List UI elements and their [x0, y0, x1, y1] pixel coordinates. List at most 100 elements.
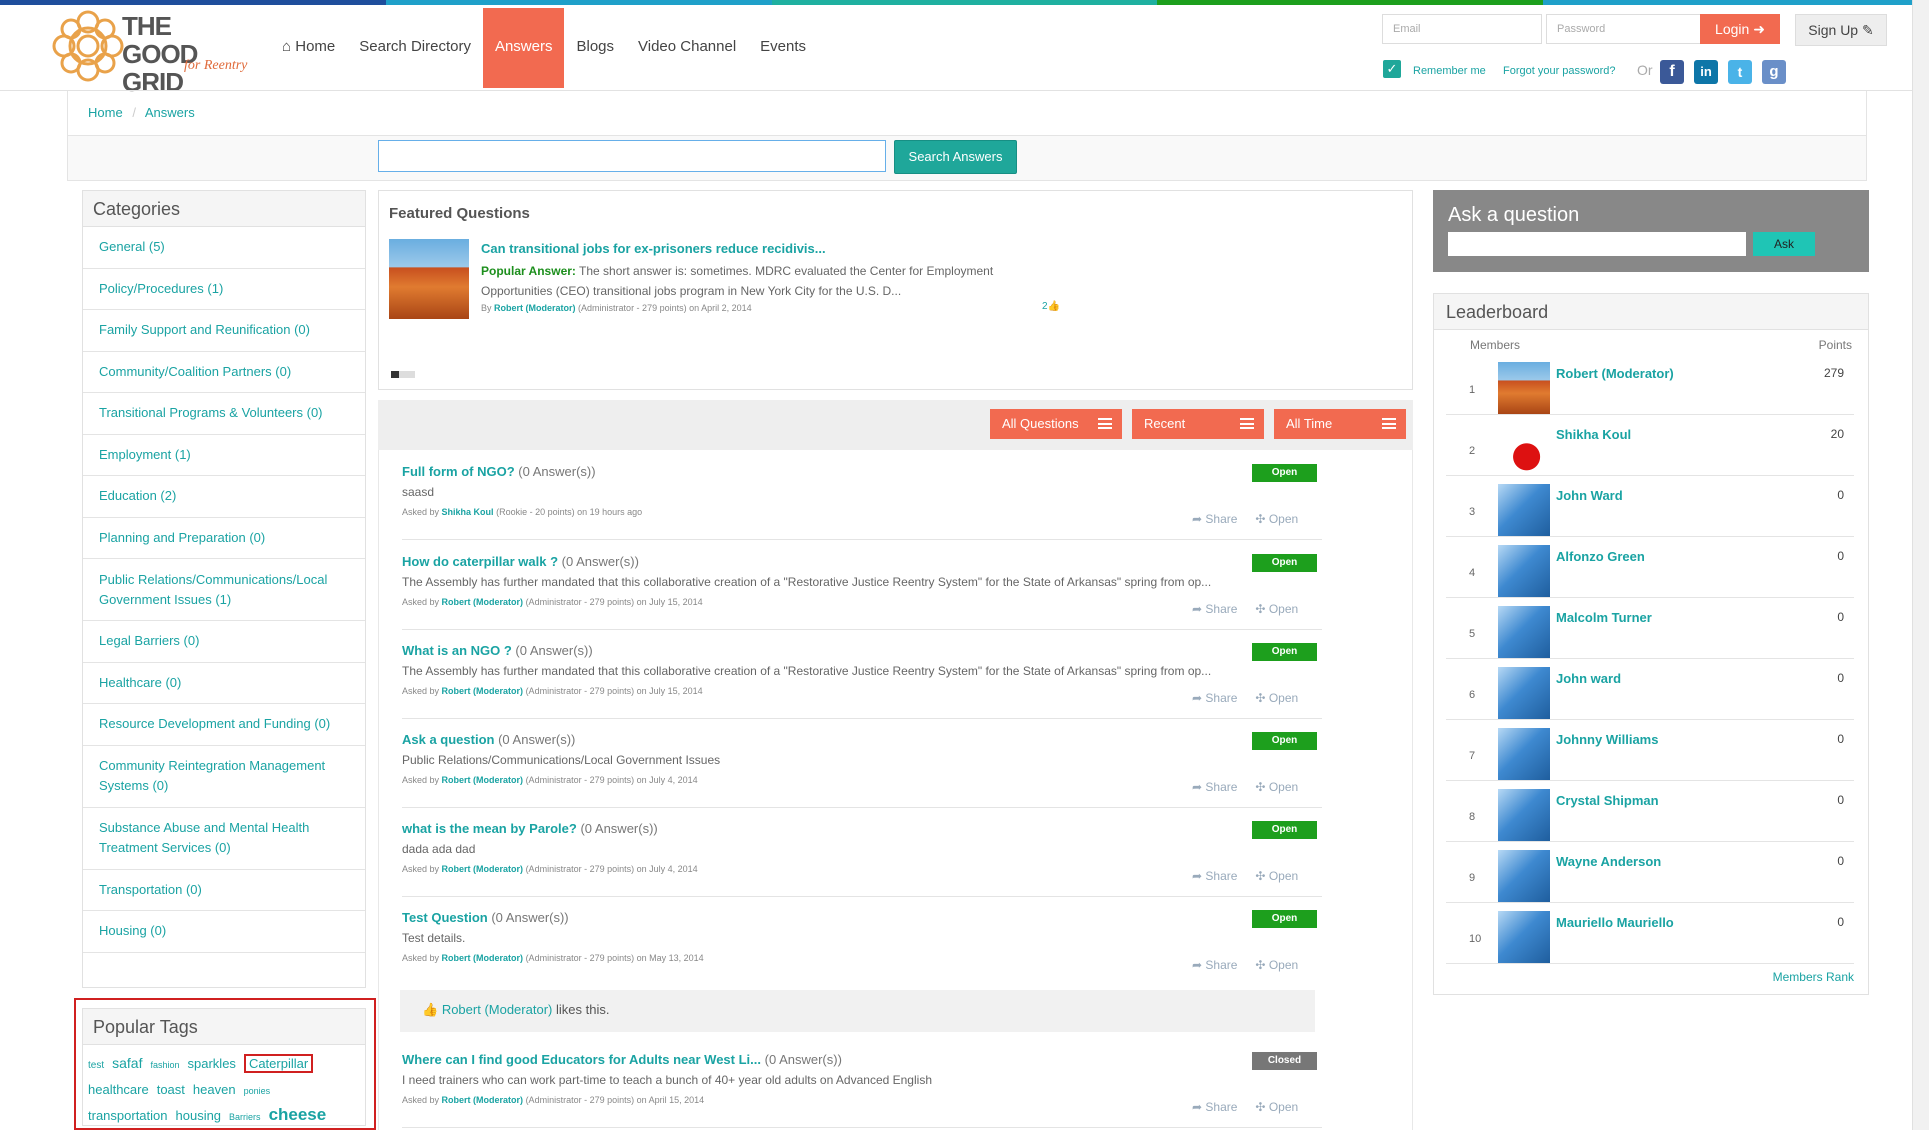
avatar[interactable]: [1498, 667, 1550, 719]
nav-answers[interactable]: Answers: [482, 8, 565, 88]
share-button[interactable]: ➦ Share: [1192, 958, 1237, 972]
liker-link[interactable]: Robert (Moderator): [442, 1002, 553, 1017]
category-education[interactable]: Education (2): [83, 476, 365, 518]
category-planning[interactable]: Planning and Preparation (0): [83, 518, 365, 559]
question-title-link[interactable]: Full form of NGO?: [402, 464, 515, 479]
avatar[interactable]: [1498, 484, 1550, 536]
member-link[interactable]: Alfonzo Green: [1556, 549, 1645, 564]
featured-likes[interactable]: 2👍: [1042, 301, 1060, 312]
question-author-link[interactable]: Robert (Moderator): [442, 864, 524, 874]
question-title-link[interactable]: Where can I find good Educators for Adul…: [402, 1052, 761, 1067]
tag[interactable]: ponies: [244, 1086, 271, 1096]
twitter-icon[interactable]: t: [1728, 60, 1752, 84]
nav-blogs[interactable]: Blogs: [564, 8, 626, 88]
linkedin-icon[interactable]: in: [1694, 60, 1718, 84]
category-policy[interactable]: Policy/Procedures (1): [83, 269, 365, 310]
category-substance[interactable]: Substance Abuse and Mental Health Treatm…: [83, 808, 365, 870]
question-author-link[interactable]: Robert (Moderator): [442, 1095, 524, 1105]
question-title-link[interactable]: Test Question: [402, 910, 488, 925]
filter-recent[interactable]: Recent: [1132, 409, 1264, 439]
share-button[interactable]: ➦ Share: [1192, 780, 1237, 794]
featured-thumbnail[interactable]: [389, 239, 469, 319]
open-button[interactable]: ✣ Open: [1255, 691, 1298, 705]
carousel-pager[interactable]: [391, 371, 415, 378]
question-title-link[interactable]: Ask a question: [402, 732, 494, 747]
category-legal[interactable]: Legal Barriers (0): [83, 621, 365, 663]
category-reintegration[interactable]: Community Reintegration Management Syste…: [83, 746, 365, 808]
nav-home[interactable]: ⌂ Home: [270, 8, 347, 88]
category-transitional[interactable]: Transitional Programs & Volunteers (0): [83, 393, 365, 435]
page-scrollbar[interactable]: [1912, 0, 1929, 1130]
member-link[interactable]: Johnny Williams: [1556, 732, 1658, 747]
facebook-icon[interactable]: f: [1660, 60, 1684, 84]
avatar[interactable]: [1498, 789, 1550, 841]
category-family[interactable]: Family Support and Reunification (0): [83, 310, 365, 352]
members-rank-link[interactable]: Members Rank: [1773, 970, 1854, 984]
filter-all-time[interactable]: All Time: [1274, 409, 1406, 439]
site-logo[interactable]: THE GOOD GRID for Reentry: [50, 8, 275, 96]
share-button[interactable]: ➦ Share: [1192, 512, 1237, 526]
question-author-link[interactable]: Robert (Moderator): [442, 953, 524, 963]
google-icon[interactable]: g: [1762, 60, 1786, 84]
remember-checkbox[interactable]: ✓: [1383, 60, 1401, 78]
avatar[interactable]: [1498, 850, 1550, 902]
share-button[interactable]: ➦ Share: [1192, 869, 1237, 883]
password-field[interactable]: Password: [1546, 14, 1706, 44]
tag[interactable]: heaven: [193, 1082, 236, 1097]
avatar[interactable]: [1498, 423, 1550, 475]
avatar[interactable]: [1498, 545, 1550, 597]
member-link[interactable]: Wayne Anderson: [1556, 854, 1661, 869]
nav-search-directory[interactable]: Search Directory: [347, 8, 483, 88]
login-button[interactable]: Login ➜: [1700, 14, 1780, 44]
open-button[interactable]: ✣ Open: [1255, 602, 1298, 616]
ask-input[interactable]: [1448, 232, 1746, 256]
carousel-dot[interactable]: [391, 371, 399, 378]
category-transportation[interactable]: Transportation (0): [83, 870, 365, 911]
member-link[interactable]: Mauriello Mauriello: [1556, 915, 1674, 930]
open-button[interactable]: ✣ Open: [1255, 780, 1298, 794]
open-button[interactable]: ✣ Open: [1255, 869, 1298, 883]
breadcrumb-current[interactable]: Answers: [145, 105, 195, 120]
category-resource[interactable]: Resource Development and Funding (0): [83, 704, 365, 746]
tag[interactable]: Barriers: [229, 1112, 261, 1122]
avatar[interactable]: [1498, 911, 1550, 963]
question-title-link[interactable]: How do caterpillar walk ?: [402, 554, 558, 569]
member-link[interactable]: Robert (Moderator): [1556, 366, 1674, 381]
question-title-link[interactable]: What is an NGO ?: [402, 643, 512, 658]
tag[interactable]: housing: [176, 1108, 222, 1123]
avatar[interactable]: [1498, 728, 1550, 780]
share-button[interactable]: ➦ Share: [1192, 1100, 1237, 1114]
member-link[interactable]: Shikha Koul: [1556, 427, 1631, 442]
open-button[interactable]: ✣ Open: [1255, 1100, 1298, 1114]
breadcrumb-home[interactable]: Home: [88, 105, 123, 120]
email-field[interactable]: Email: [1382, 14, 1542, 44]
question-author-link[interactable]: Robert (Moderator): [442, 686, 524, 696]
member-link[interactable]: Crystal Shipman: [1556, 793, 1659, 808]
category-housing[interactable]: Housing (0): [83, 911, 365, 953]
tag[interactable]: test: [88, 1060, 104, 1071]
search-input[interactable]: [378, 140, 886, 172]
search-answers-button[interactable]: Search Answers: [894, 140, 1017, 174]
featured-author-link[interactable]: Robert (Moderator): [494, 303, 576, 313]
ask-button[interactable]: Ask: [1753, 232, 1815, 256]
tag[interactable]: fashion: [150, 1060, 179, 1070]
signup-button[interactable]: Sign Up ✎: [1795, 14, 1887, 46]
open-button[interactable]: ✣ Open: [1255, 512, 1298, 526]
tag[interactable]: safaf: [112, 1055, 142, 1071]
question-author-link[interactable]: Robert (Moderator): [442, 597, 524, 607]
nav-video-channel[interactable]: Video Channel: [626, 8, 748, 88]
avatar[interactable]: [1498, 606, 1550, 658]
share-button[interactable]: ➦ Share: [1192, 602, 1237, 616]
share-button[interactable]: ➦ Share: [1192, 691, 1237, 705]
member-link[interactable]: John ward: [1556, 671, 1621, 686]
question-author-link[interactable]: Shikha Koul: [442, 507, 494, 517]
featured-question-link[interactable]: Can transitional jobs for ex-prisoners r…: [481, 241, 826, 256]
tag[interactable]: transportation: [88, 1108, 168, 1123]
remember-label[interactable]: Remember me: [1413, 65, 1486, 77]
category-employment[interactable]: Employment (1): [83, 435, 365, 476]
category-community[interactable]: Community/Coalition Partners (0): [83, 352, 365, 393]
question-author-link[interactable]: Robert (Moderator): [442, 775, 524, 785]
member-link[interactable]: Malcolm Turner: [1556, 610, 1652, 625]
category-healthcare[interactable]: Healthcare (0): [83, 663, 365, 704]
forgot-password-link[interactable]: Forgot your password?: [1503, 65, 1616, 77]
